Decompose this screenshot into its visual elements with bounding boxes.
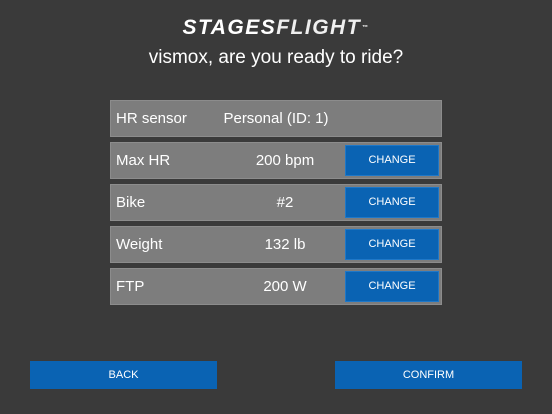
hr-sensor-label: HR sensor — [116, 110, 187, 127]
ftp-value: 200 W — [263, 278, 307, 295]
max-hr-label: Max HR — [116, 152, 171, 169]
change-bike-button[interactable]: CHANGE — [345, 187, 439, 218]
bike-row: Bike #2 CHANGE — [110, 184, 442, 221]
change-ftp-button[interactable]: CHANGE — [345, 271, 439, 302]
back-button[interactable]: BACK — [30, 361, 217, 389]
change-weight-button[interactable]: CHANGE — [345, 229, 439, 260]
ftp-label: FTP — [116, 278, 145, 295]
greeting-text: vismox, are you ready to ride? — [148, 47, 404, 68]
weight-value: 132 lb — [264, 236, 306, 253]
confirm-button[interactable]: CONFIRM — [335, 361, 522, 389]
hr-sensor-row: HR sensor Personal (ID: 1) — [110, 100, 442, 137]
logo-trademark: ™ — [362, 25, 370, 31]
bike-label: Bike — [116, 194, 146, 211]
ftp-row: FTP 200 W CHANGE — [110, 268, 442, 305]
stages-flight-logo: STAGESFLIGHT™ — [0, 16, 552, 40]
hr-sensor-value: Personal (ID: 1) — [223, 110, 329, 127]
weight-label: Weight — [116, 236, 163, 253]
logo-part-stages: STAGES — [182, 16, 277, 39]
weight-row: Weight 132 lb CHANGE — [110, 226, 442, 263]
max-hr-value: 200 bpm — [255, 152, 315, 169]
change-max-hr-button[interactable]: CHANGE — [345, 145, 439, 176]
max-hr-row: Max HR 200 bpm CHANGE — [110, 142, 442, 179]
logo-part-flight: FLIGHT — [276, 16, 362, 39]
bike-value: #2 — [276, 194, 294, 211]
